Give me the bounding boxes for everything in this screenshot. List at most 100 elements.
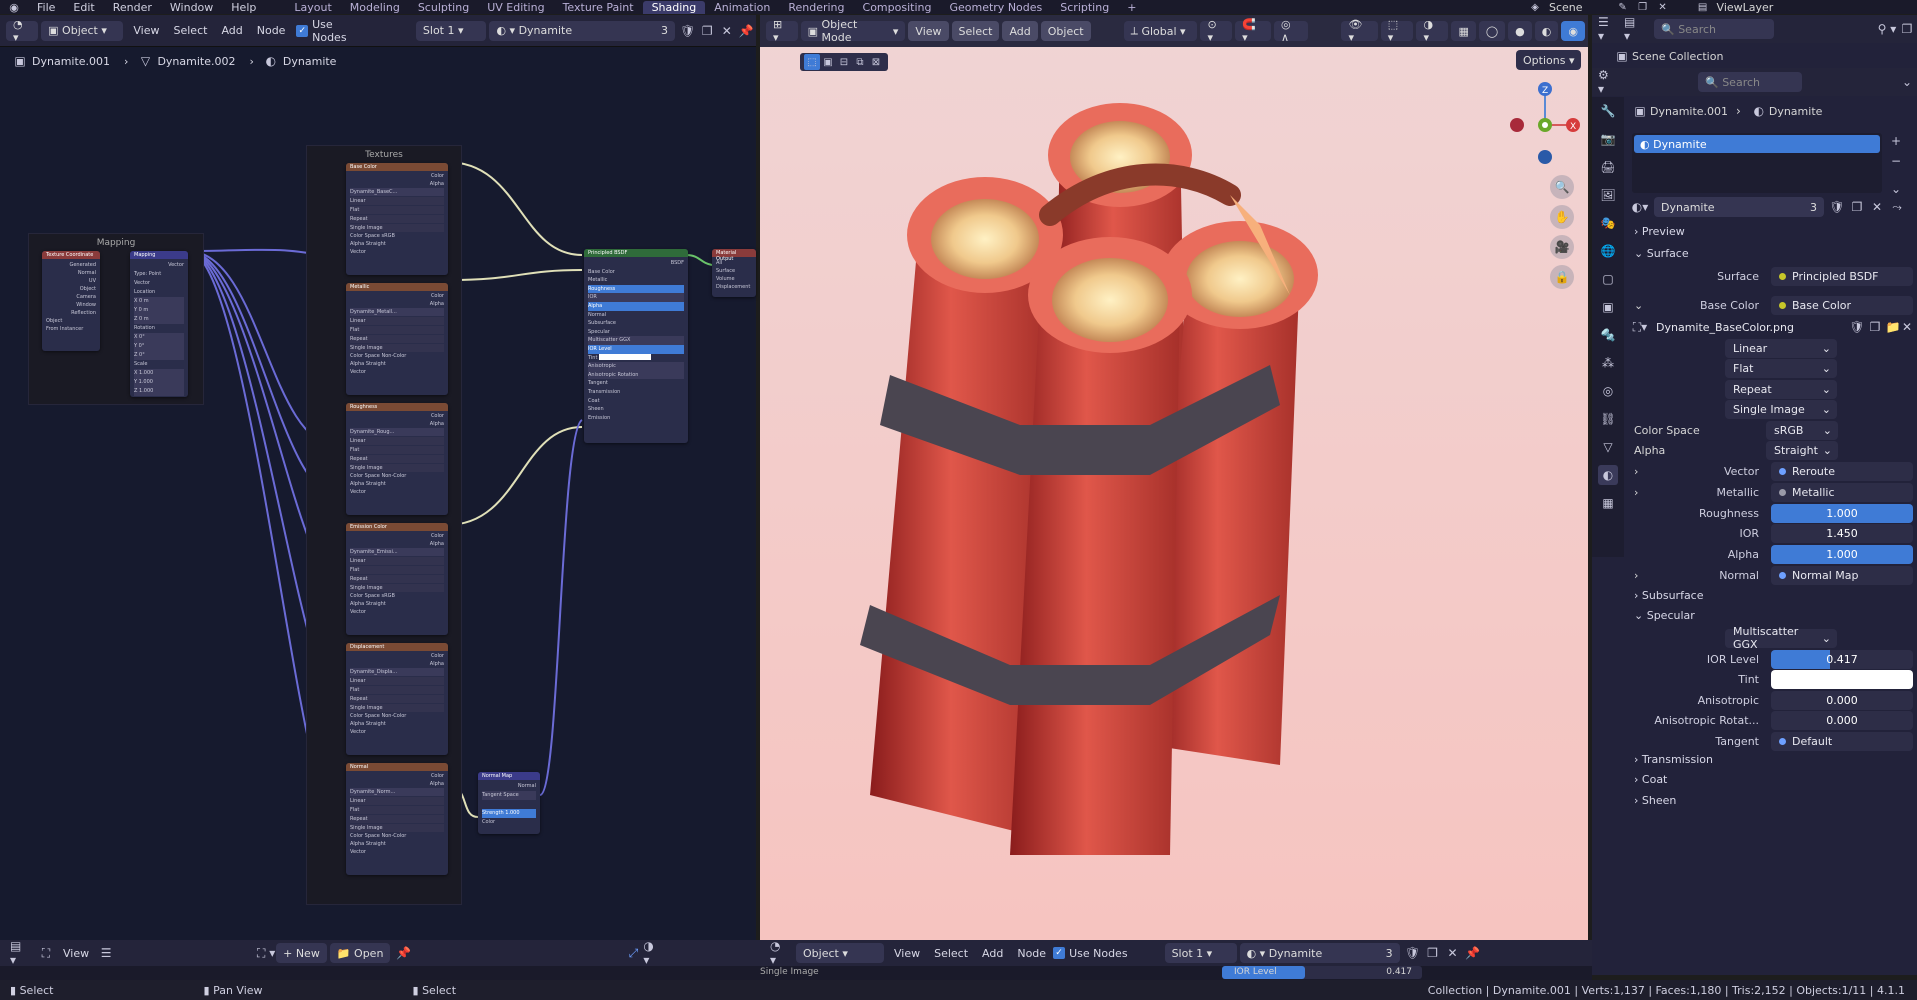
distribution-dropdown[interactable]: Multiscatter GGX ⌄ <box>1725 625 1837 651</box>
menu-window[interactable]: Window <box>161 1 222 14</box>
subsurface-panel-header[interactable]: › Subsurface <box>1634 589 1704 602</box>
shading-solid-icon[interactable]: ● <box>1508 21 1532 41</box>
select-subtract-icon[interactable]: ⊟ <box>836 54 852 70</box>
base-color-link-field[interactable]: Base Color <box>1771 295 1913 315</box>
scene-collection-row[interactable]: ▣ Scene Collection <box>1612 46 1723 66</box>
surface-shader-field[interactable]: Principled BSDF <box>1771 266 1913 286</box>
xray-icon[interactable]: ▦ <box>1451 21 1476 41</box>
tab-compositing[interactable]: Compositing <box>854 1 941 14</box>
tab-texture-paint[interactable]: Texture Paint <box>554 1 643 14</box>
node-image-texture[interactable]: Base Color Color Alpha Dynamite_BaseC... Lin… <box>346 163 448 275</box>
image-name-field[interactable]: Dynamite_BaseColor.png <box>1648 318 1844 337</box>
roughness-slider[interactable]: 1.000 <box>1771 503 1913 523</box>
uv-sync-icon[interactable]: ⤢ <box>623 943 643 963</box>
shading-wireframe-icon[interactable]: ◯ <box>1478 21 1506 41</box>
blender-logo-icon[interactable]: ◉ <box>0 0 28 14</box>
normal-link-field[interactable]: Normal Map <box>1771 565 1913 585</box>
preview-panel-header[interactable]: › Preview <box>1634 225 1685 238</box>
tool-tab-icon[interactable]: 🔧 <box>1598 101 1618 121</box>
overlay-image-icon[interactable]: ◑ ▾ <box>643 939 663 967</box>
specular-panel-header[interactable]: ⌄ Specular <box>1634 609 1695 622</box>
fake-user-icon[interactable]: 🛡 <box>678 21 698 41</box>
menu-help[interactable]: Help <box>222 1 265 14</box>
scene-name[interactable]: Scene <box>1549 1 1583 14</box>
footer-menu-node[interactable]: Node <box>1017 947 1046 960</box>
transmission-panel-header[interactable]: › Transmission <box>1634 753 1713 766</box>
tab-layout[interactable]: Layout <box>285 1 340 14</box>
viewport-menu-object[interactable]: Object <box>1040 21 1091 41</box>
footer-pin-icon[interactable]: 📌 <box>1463 943 1483 963</box>
node-canvas[interactable]: Mapping Texture Coordinate Generated Norm… <box>0 75 756 940</box>
new-scene-icon[interactable]: ❐ <box>1633 0 1653 14</box>
image-browse-icon[interactable]: ⛶▾ <box>1630 317 1650 337</box>
breadcrumb-object[interactable]: Dynamite.001 <box>32 55 110 68</box>
select-invert-icon[interactable]: ⧉ <box>852 54 868 70</box>
breadcrumb-material[interactable]: Dynamite <box>283 55 337 68</box>
tangent-field[interactable]: Default <box>1771 731 1913 751</box>
new-collection-icon[interactable]: ❐ <box>1897 19 1917 39</box>
menu-render[interactable]: Render <box>104 1 161 14</box>
extension-dropdown[interactable]: Repeat ⌄ <box>1725 379 1837 399</box>
color-space-dropdown[interactable]: sRGB ⌄ <box>1766 420 1838 440</box>
viewport-menu-select[interactable]: Select <box>951 21 1000 41</box>
select-intersect-icon[interactable]: ⊠ <box>868 54 884 70</box>
node-image-texture[interactable]: Normal Color Alpha Dynamite_Norm... Linear Fl… <box>346 763 448 875</box>
chevron-right-icon[interactable]: › <box>1634 465 1638 478</box>
chevron-down-icon[interactable]: ⌄ <box>1634 299 1643 312</box>
interpolation-dropdown[interactable]: Linear ⌄ <box>1725 338 1837 358</box>
unlink-material-icon[interactable]: ✕ <box>1867 197 1887 217</box>
material-browse-icon[interactable]: ◐▾ <box>1630 197 1650 217</box>
alpha-mode-dropdown[interactable]: Straight ⌄ <box>1766 440 1838 460</box>
node-image-texture[interactable]: Displacement Color Alpha Dynamite_Displa...… <box>346 643 448 755</box>
shading-material-icon[interactable]: ◐ <box>1534 21 1559 41</box>
dynamite-model-render[interactable] <box>850 95 1410 855</box>
visibility-icon[interactable]: 👁 ▾ <box>1341 18 1378 44</box>
pin-scene-icon[interactable]: ✎ <box>1613 0 1633 14</box>
constraints-tab-icon[interactable]: ⛓ <box>1598 409 1618 429</box>
viewport-menu-add[interactable]: Add <box>1002 21 1038 41</box>
hamburger-menu-icon[interactable]: ☰ <box>96 943 116 963</box>
menu-edit[interactable]: Edit <box>64 1 103 14</box>
pivot-point-icon[interactable]: ⊙ ▾ <box>1200 18 1233 44</box>
overlay-icon[interactable]: ◑ ▾ <box>1416 18 1449 44</box>
properties-editor-icon[interactable]: ⚙ ▾ <box>1598 68 1618 96</box>
scene-tab-icon[interactable]: 🎭 <box>1598 213 1618 233</box>
material-slot-item[interactable]: ◐ Dynamite <box>1634 135 1880 153</box>
node-mapping[interactable]: Mapping Vector Type: Point Vector Locati… <box>130 251 188 397</box>
breadcrumb-mesh[interactable]: Dynamite.002 <box>157 55 235 68</box>
menu-node[interactable]: Node <box>257 24 286 37</box>
material-tab-icon[interactable]: ◐ <box>1598 465 1618 485</box>
proportional-edit-icon[interactable]: ◎ ∧ <box>1274 18 1309 44</box>
footer-object-dropdown[interactable]: Object ▾ <box>796 943 884 963</box>
node-image-texture[interactable]: Roughness Color Alpha Dynamite_Roug... Linea… <box>346 403 448 515</box>
gizmo-icon[interactable]: ⬚ ▾ <box>1380 18 1414 44</box>
scene-icon[interactable]: ◈ <box>1525 0 1545 14</box>
object-tab-icon[interactable]: ▣ <box>1598 297 1618 317</box>
tab-animation[interactable]: Animation <box>705 1 779 14</box>
viewport-menu-view[interactable]: View <box>908 21 949 41</box>
material-selector[interactable]: ◐ ▾ Dynamite 3 <box>489 20 676 41</box>
projection-dropdown[interactable]: Flat ⌄ <box>1725 358 1837 378</box>
properties-editor[interactable]: ☰ ▾ ▤ ▾ 🔍 Search ⚲ ▾ ❐ ▣ Scene Collectio… <box>1592 15 1917 975</box>
pan-hand-icon[interactable]: ✋ <box>1550 205 1574 229</box>
collection-tab-icon[interactable]: ▢ <box>1598 269 1618 289</box>
node-normal-map[interactable]: Normal Map Normal Tangent Space Strength… <box>478 772 540 834</box>
material-name-field[interactable]: Dynamite 3 <box>1654 197 1824 217</box>
footer-menu-select[interactable]: Select <box>934 947 968 960</box>
coat-panel-header[interactable]: › Coat <box>1634 773 1667 786</box>
zoom-icon[interactable]: 🔍 <box>1550 175 1574 199</box>
image-mode-icon[interactable]: ⛶ <box>36 943 56 963</box>
data-tab-icon[interactable]: ▽ <box>1598 437 1618 457</box>
open-image-button[interactable]: 📁 Open <box>329 943 391 963</box>
camera-view-icon[interactable]: 🎥 <box>1550 235 1574 259</box>
world-tab-icon[interactable]: 🌐 <box>1598 241 1618 261</box>
mode-dropdown[interactable]: ▣ Object Mode ▾ <box>800 18 906 44</box>
node-material-output[interactable]: Material Output All Surface Volume Displace… <box>712 249 756 297</box>
alpha-slider[interactable]: 1.000 <box>1771 544 1913 564</box>
view-layer-icon[interactable]: ▤ <box>1693 0 1713 14</box>
menu-view[interactable]: View <box>133 24 159 37</box>
chevron-right-icon[interactable]: › <box>1634 569 1638 582</box>
gizmo-neg-z-axis[interactable] <box>1538 150 1552 164</box>
footer-unlink-icon[interactable]: ✕ <box>1443 943 1463 963</box>
duplicate-material-icon[interactable]: ❐ <box>698 21 718 41</box>
